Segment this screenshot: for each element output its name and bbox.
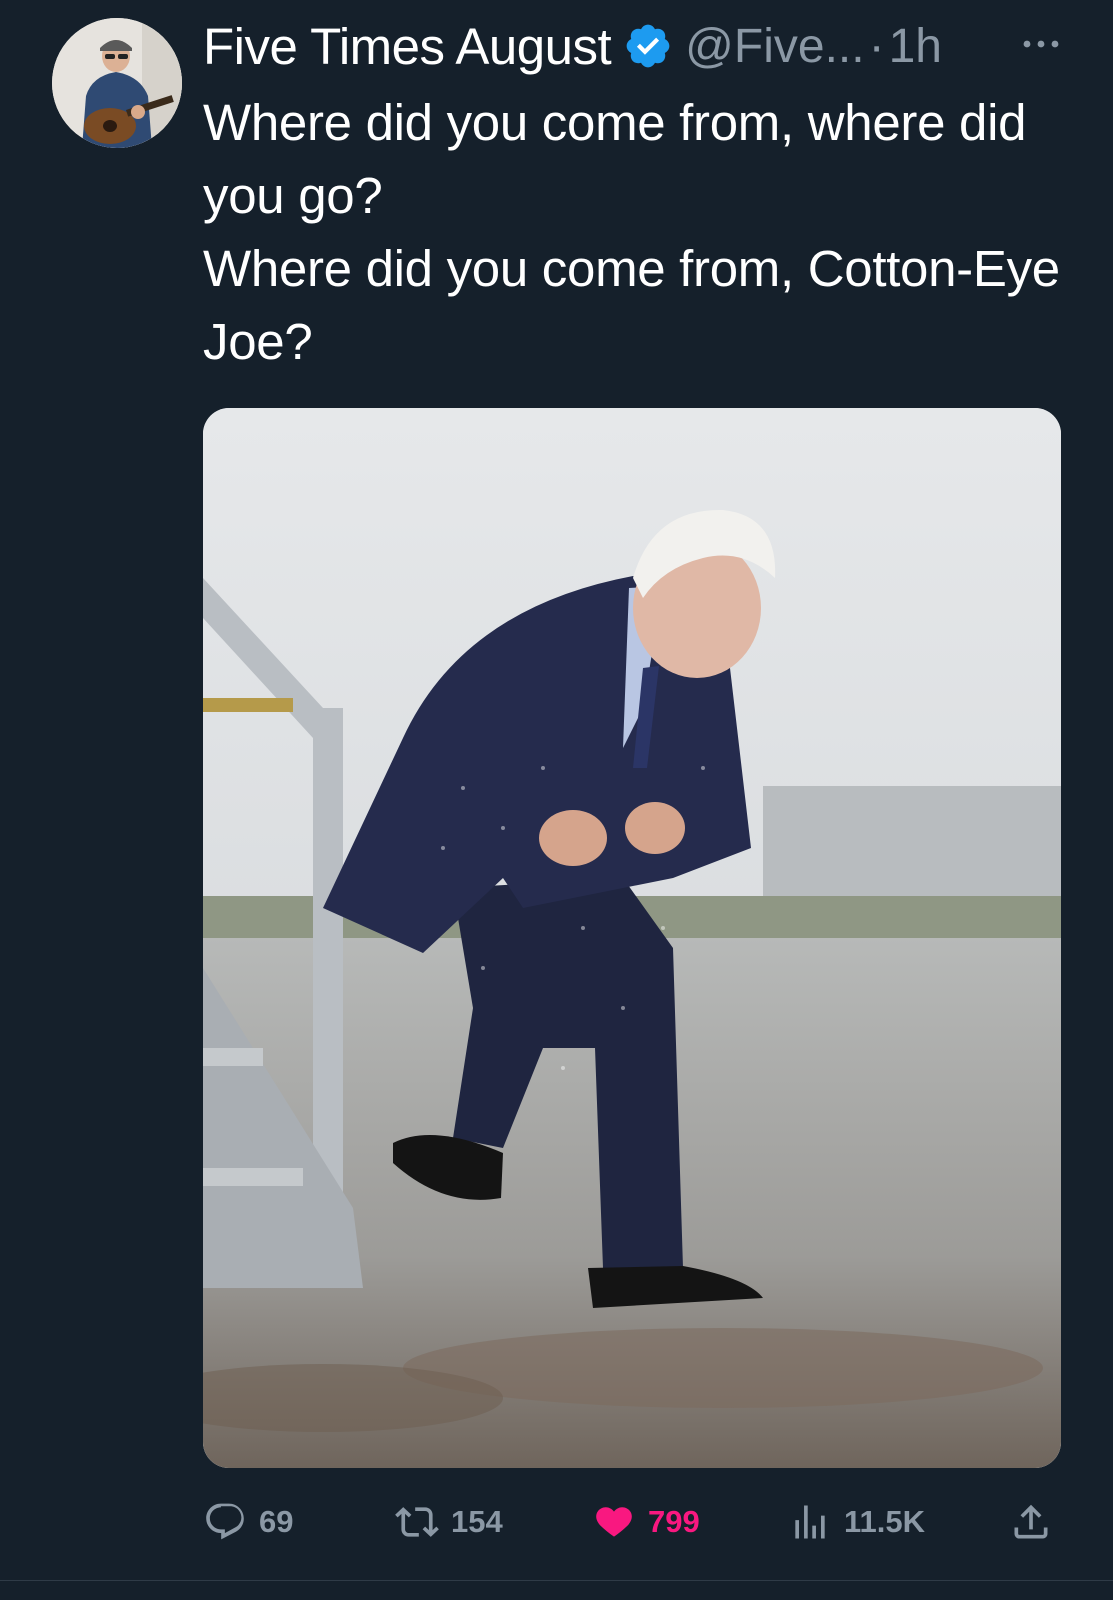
- reply-bubble-icon: [206, 1503, 244, 1540]
- heart-icon: [596, 1507, 632, 1537]
- like-count: 799: [648, 1504, 700, 1539]
- views-button[interactable]: 11.5K: [788, 1498, 925, 1546]
- retweet-count: 154: [451, 1504, 503, 1539]
- tweet-header: Five Times August @Five... · 1h: [203, 14, 1073, 78]
- more-options-button[interactable]: [1011, 14, 1071, 74]
- tweet-text-line: Where did you come from, Cotton-Eye Joe?: [203, 240, 1060, 370]
- display-name[interactable]: Five Times August: [203, 17, 612, 76]
- retweet-button[interactable]: 154: [395, 1498, 503, 1546]
- more-horizontal-icon: [1023, 40, 1059, 48]
- views-bar-icon: [795, 1505, 825, 1539]
- tweet-text: Where did you come from, where did you g…: [203, 86, 1063, 378]
- share-upload-icon: [1014, 1504, 1048, 1539]
- tweet-media-photo[interactable]: [203, 408, 1061, 1468]
- avatar[interactable]: [52, 18, 182, 148]
- tweet[interactable]: Five Times August @Five... · 1h Where di…: [0, 0, 1113, 1580]
- share-button[interactable]: [1009, 1498, 1053, 1546]
- handle[interactable]: @Five...: [685, 19, 864, 74]
- separator-dot: ·: [868, 19, 885, 73]
- tweet-text-line: Where did you come from, where did you g…: [203, 94, 1027, 224]
- tweet-divider: [0, 1580, 1113, 1581]
- verified-badge-icon: [626, 24, 670, 68]
- reply-count: 69: [259, 1504, 294, 1539]
- retweet-icon: [395, 1507, 439, 1537]
- timestamp[interactable]: 1h: [889, 19, 942, 74]
- views-count: 11.5K: [844, 1504, 926, 1539]
- tweet-actions: 69 154 799 11.5K: [203, 1498, 1065, 1546]
- like-button[interactable]: 799: [592, 1498, 700, 1546]
- reply-button[interactable]: 69: [203, 1498, 293, 1546]
- photo-illustration: [203, 408, 1061, 1468]
